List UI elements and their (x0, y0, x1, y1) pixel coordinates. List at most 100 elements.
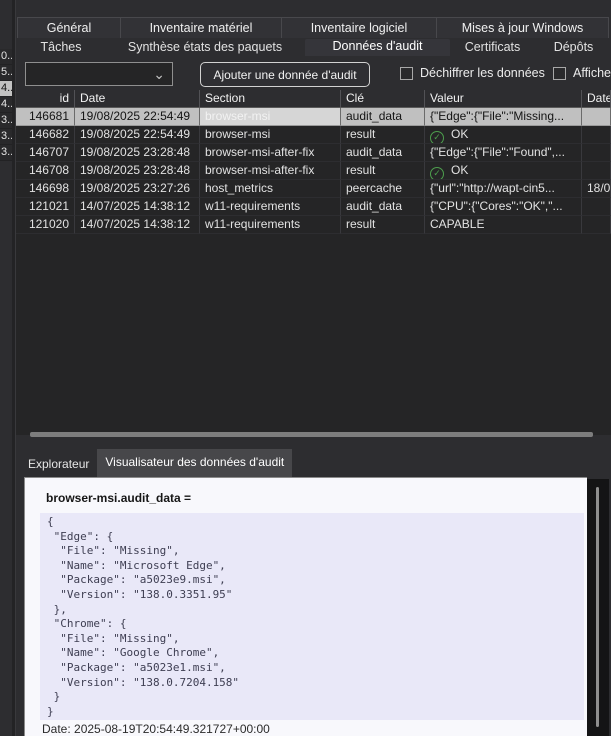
column-header-valeur[interactable]: Valeur (425, 90, 582, 107)
cell-id: 146698 (16, 180, 75, 198)
column-header-id[interactable]: id (16, 90, 75, 107)
cell-valeur: {"Edge":{"File":"Missing... (425, 108, 582, 126)
left-clipped-row[interactable]: 3.. (0, 145, 12, 161)
tab-general[interactable]: Général (17, 17, 121, 38)
table-row[interactable]: 14670719/08/2025 23:28:48browser-msi-aft… (16, 144, 611, 162)
cell-id: 121021 (16, 198, 75, 216)
table-row[interactable]: 12102014/07/2025 14:38:12w11-requirement… (16, 216, 611, 234)
cell-valeur: {"url":"http://wapt-cin5... (425, 180, 582, 198)
column-header-cle[interactable]: Clé (341, 90, 425, 107)
cell-id: 146708 (16, 162, 75, 180)
cell-valeur: ✓OK (425, 162, 582, 180)
viewer-tab-bar: ExplorateurVisualisateur des données d'a… (20, 449, 292, 477)
cell-date-creation: 18/09 (582, 180, 611, 198)
audit-data-viewer-panel: browser-msi.audit_data = { "Edge": { "Fi… (24, 477, 587, 736)
tab-mises-a-jour-windows[interactable]: Mises à jour Windows (436, 17, 609, 38)
cell-id: 146681 (16, 108, 75, 126)
table-row[interactable]: 12102114/07/2025 14:38:12w11-requirement… (16, 198, 611, 216)
cell-valeur: {"CPU":{"Cores":"OK","... (425, 198, 582, 216)
ok-check-icon: ✓ (430, 131, 444, 144)
cell-section: browser-msi (200, 108, 341, 126)
grid-body: 14668119/08/2025 22:54:49browser-msiaudi… (16, 108, 611, 234)
grid-header-row: idDateSectionCléValeurDate c (16, 90, 611, 108)
cell-date-creation (582, 144, 611, 162)
cell-valeur: CAPABLE (425, 216, 582, 234)
cell-date: 14/07/2025 14:38:12 (75, 198, 200, 216)
cell-date: 19/08/2025 22:54:49 (75, 108, 200, 126)
viewer-vertical-scrollbar[interactable] (587, 479, 609, 736)
column-header-section[interactable]: Section (200, 90, 341, 107)
cell-cle: result (341, 216, 425, 234)
tab-explorateur[interactable]: Explorateur (20, 453, 97, 477)
cell-date: 19/08/2025 23:28:48 (75, 144, 200, 162)
cell-date-creation (582, 198, 611, 216)
cell-date-creation (582, 216, 611, 234)
decrypt-data-checkbox[interactable]: Déchiffrer les données (400, 64, 545, 82)
tab-taches[interactable]: Tâches (17, 39, 105, 56)
json-view: { "Edge": { "File": "Missing", "Name": "… (40, 513, 584, 720)
cell-date: 19/08/2025 22:54:49 (75, 126, 200, 144)
cell-section: browser-msi-after-fix (200, 162, 341, 180)
viewer-date-line: Date: 2025-08-19T20:54:49.321727+00:00 (42, 722, 270, 736)
cell-cle: peercache (341, 180, 425, 198)
decrypt-data-checkbox-label: Déchiffrer les données (420, 66, 545, 80)
cell-section: browser-msi (200, 126, 341, 144)
left-clipped-row[interactable]: 0.. (0, 49, 12, 65)
cell-section: w11-requirements (200, 198, 341, 216)
audit-data-grid: idDateSectionCléValeurDate c 14668119/08… (16, 90, 611, 435)
cell-cle: audit_data (341, 198, 425, 216)
cell-cle: audit_data (341, 108, 425, 126)
viewer-heading: browser-msi.audit_data = (46, 491, 191, 505)
left-clipped-row[interactable]: 4.. (0, 81, 12, 97)
table-row[interactable]: 14668119/08/2025 22:54:49browser-msiaudi… (16, 108, 611, 126)
cell-date-creation (582, 162, 611, 180)
cell-valeur: {"Edge":{"File":"Found",... (425, 144, 582, 162)
column-header-date-c[interactable]: Date c (582, 90, 611, 107)
cell-id: 146682 (16, 126, 75, 144)
ok-check-icon: ✓ (430, 167, 444, 180)
cell-date-creation (582, 108, 611, 126)
tab-inventaire-materiel[interactable]: Inventaire matériel (120, 17, 282, 38)
left-clipped-row[interactable]: 5.. (0, 65, 12, 81)
tab-bar-secondary: TâchesSynthèse états des paquetsDonnées … (17, 39, 611, 56)
cell-id: 146707 (16, 144, 75, 162)
cell-date-creation (582, 126, 611, 144)
cell-cle: result (341, 162, 425, 180)
cell-id: 121020 (16, 216, 75, 234)
column-header-date[interactable]: Date (75, 90, 200, 107)
cell-date: 19/08/2025 23:27:26 (75, 180, 200, 198)
tab-synthese-etats-des-paquets[interactable]: Synthèse états des paquets (105, 39, 305, 56)
tab-depots[interactable]: Dépôts (535, 39, 611, 56)
show-checkbox-label: Afficher l (573, 66, 611, 80)
table-row[interactable]: 14668219/08/2025 22:54:49browser-msiresu… (16, 126, 611, 144)
cell-section: host_metrics (200, 180, 341, 198)
checkbox-unchecked-icon[interactable] (553, 67, 566, 80)
left-clipped-row[interactable]: 3.. (0, 113, 12, 129)
audit-tab-page: GénéralInventaire matérielInventaire log… (16, 0, 611, 736)
cell-section: browser-msi-after-fix (200, 144, 341, 162)
left-clipped-row[interactable]: 4.. (0, 97, 12, 113)
tab-bar-primary: GénéralInventaire matérielInventaire log… (17, 17, 608, 38)
cell-date: 19/08/2025 23:28:48 (75, 162, 200, 180)
cell-valeur: ✓OK (425, 126, 582, 144)
app-window: 0..5..4..4..3..3..3.. GénéralInventaire … (0, 0, 611, 736)
audit-filter-combobox[interactable]: ⌄ (25, 62, 173, 86)
left-clipped-panel: 0..5..4..4..3..3..3.. (0, 49, 12, 161)
horizontal-scrollbar[interactable] (30, 432, 593, 437)
left-clipped-row[interactable]: 3.. (0, 129, 12, 145)
tab-inventaire-logiciel[interactable]: Inventaire logiciel (281, 17, 437, 38)
cell-cle: result (341, 126, 425, 144)
cell-section: w11-requirements (200, 216, 341, 234)
scrollbar-thumb[interactable] (596, 487, 599, 727)
cell-cle: audit_data (341, 144, 425, 162)
checkbox-unchecked-icon[interactable] (400, 67, 413, 80)
tab-certificats[interactable]: Certificats (450, 39, 535, 56)
tab-donnees-d-audit[interactable]: Données d'audit (305, 39, 450, 56)
add-audit-data-button[interactable]: Ajouter une donnée d'audit (200, 62, 370, 87)
table-row[interactable]: 14670819/08/2025 23:28:48browser-msi-aft… (16, 162, 611, 180)
table-row[interactable]: 14669819/08/2025 23:27:26host_metricspee… (16, 180, 611, 198)
cell-date: 14/07/2025 14:38:12 (75, 216, 200, 234)
tab-visualisateur-des-donnees-d-audit[interactable]: Visualisateur des données d'audit (97, 449, 292, 477)
chevron-down-icon: ⌄ (153, 63, 165, 85)
show-checkbox[interactable]: Afficher l (553, 64, 611, 82)
